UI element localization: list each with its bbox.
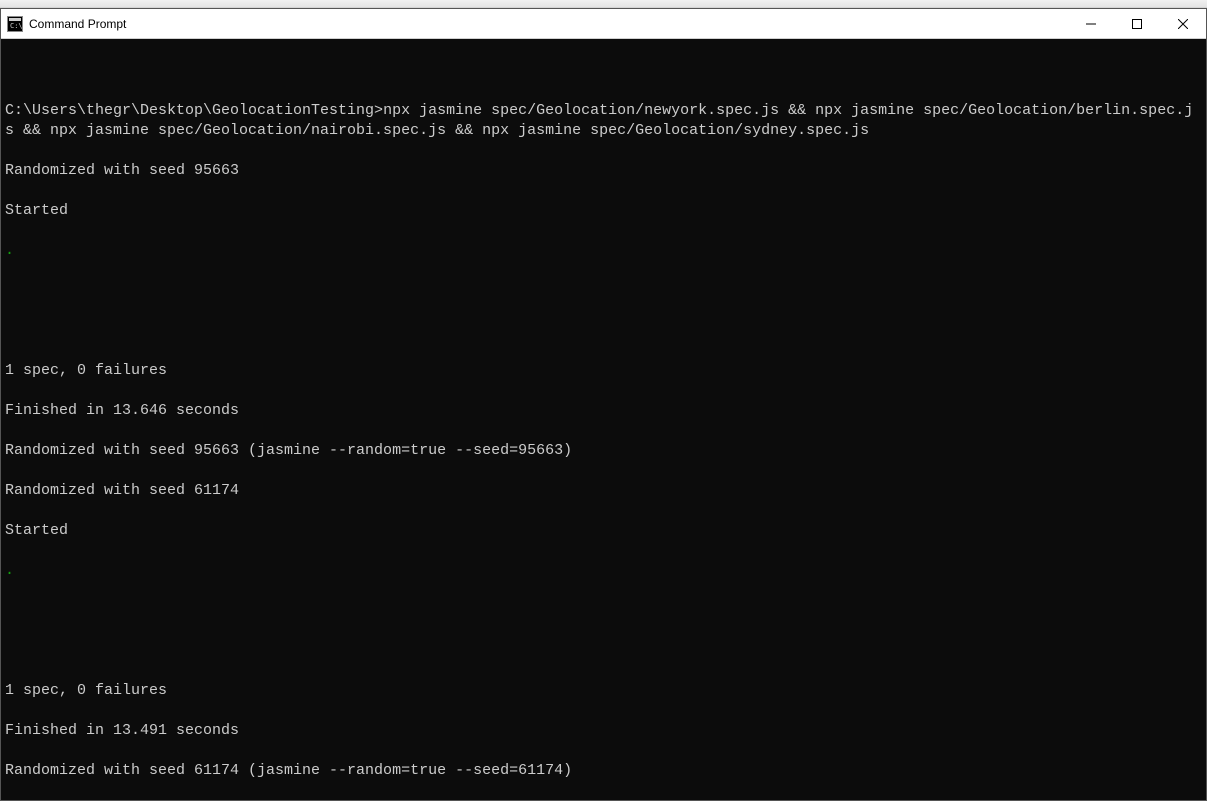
command-prompt-window: C:\ Command Prompt C:\Users\thegr\Deskto…	[0, 8, 1207, 801]
output-line: Finished in 13.646 seconds	[5, 401, 1202, 421]
maximize-button[interactable]	[1114, 9, 1160, 38]
output-line: Randomized with seed 95663	[5, 161, 1202, 181]
window-controls	[1068, 9, 1206, 38]
close-button[interactable]	[1160, 9, 1206, 38]
test-pass-dot: .	[5, 561, 1202, 581]
output-line: Started	[5, 521, 1202, 541]
prompt-path: C:\Users\thegr\Desktop\GeolocationTestin…	[5, 102, 383, 119]
output-line: Finished in 13.491 seconds	[5, 721, 1202, 741]
terminal-output[interactable]: C:\Users\thegr\Desktop\GeolocationTestin…	[1, 39, 1206, 800]
svg-text:C:\: C:\	[10, 22, 23, 30]
test-pass-dot: .	[5, 241, 1202, 261]
output-line: Started	[5, 201, 1202, 221]
output-line: 1 spec, 0 failures	[5, 681, 1202, 701]
minimize-button[interactable]	[1068, 9, 1114, 38]
output-line: Randomized with seed 61174	[5, 481, 1202, 501]
output-line: Randomized with seed 61174 (jasmine --ra…	[5, 761, 1202, 781]
titlebar[interactable]: C:\ Command Prompt	[1, 9, 1206, 39]
output-line: 1 spec, 0 failures	[5, 361, 1202, 381]
output-line: Randomized with seed 95663 (jasmine --ra…	[5, 441, 1202, 461]
window-title: Command Prompt	[29, 17, 126, 31]
background-app-toolbar	[0, 0, 1207, 8]
cmd-icon: C:\	[7, 16, 23, 32]
